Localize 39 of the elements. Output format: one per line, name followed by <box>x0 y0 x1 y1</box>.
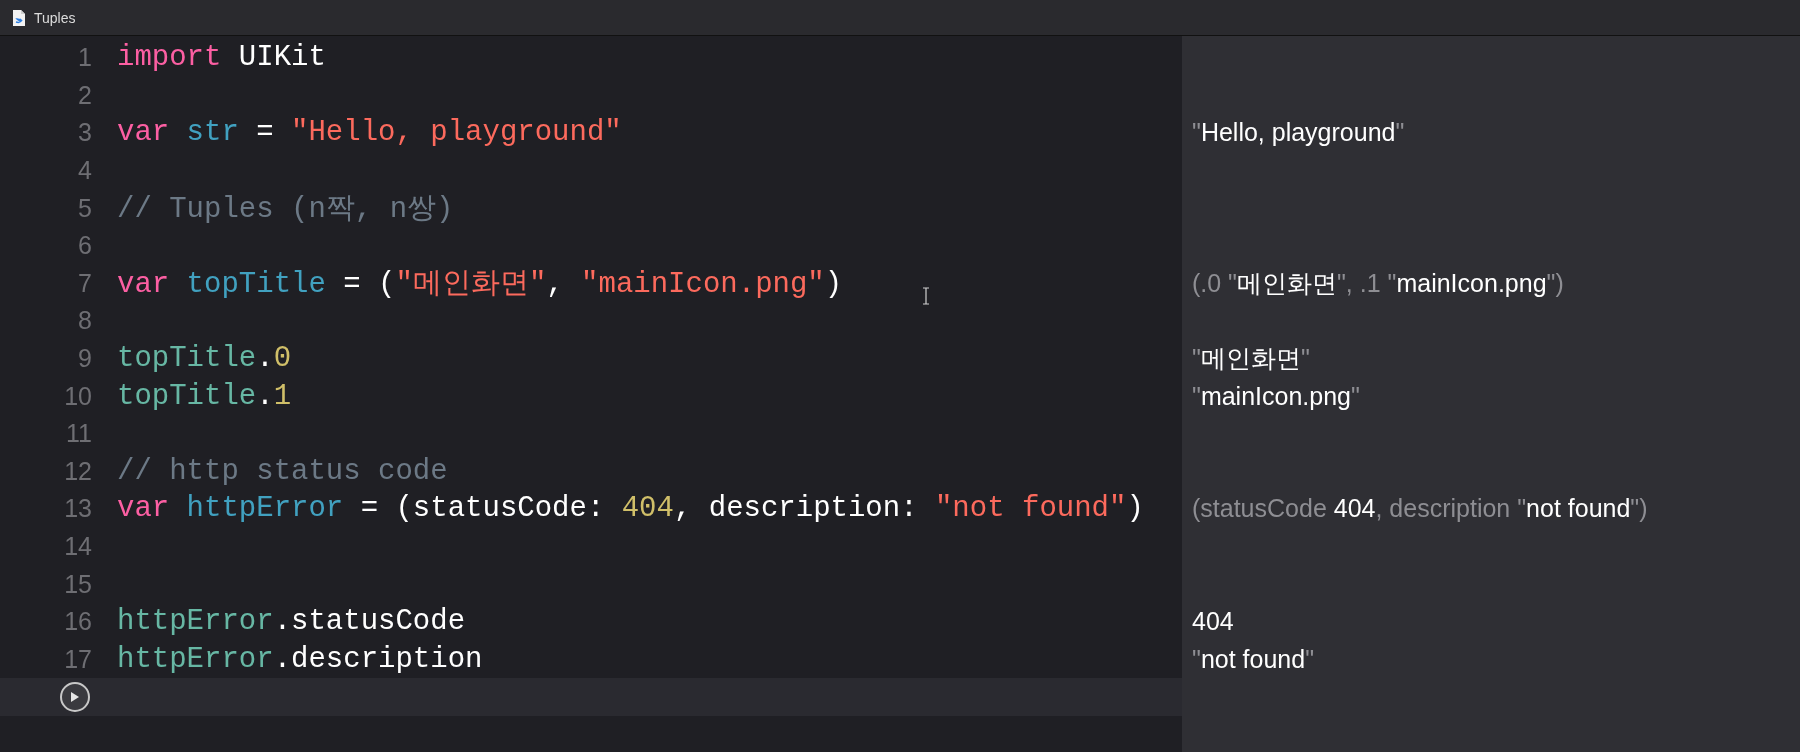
text-cursor-icon <box>922 287 930 305</box>
line-number: 7 <box>77 268 92 298</box>
code-line: // Tuples (n짝, n쌍) <box>117 192 454 229</box>
line-number: 11 <box>65 419 92 449</box>
code-line: var str = "Hello, playground" <box>117 116 622 150</box>
result-value: "mainIcon.png" <box>1191 381 1360 411</box>
code-line: var topTitle = ("메인화면", "mainIcon.png") <box>117 267 843 304</box>
code-line: httpError.statusCode <box>117 605 466 639</box>
code-line: topTitle.1 <box>117 379 292 413</box>
code-line: import UIKit <box>117 41 326 75</box>
line-number: 1 <box>77 43 92 73</box>
play-icon <box>70 690 80 703</box>
swift-file-icon <box>12 8 26 27</box>
line-number: 13 <box>63 494 92 524</box>
code-line: // http status code <box>117 454 448 488</box>
line-number: 3 <box>77 118 92 148</box>
run-button[interactable] <box>60 681 90 712</box>
result-value: "Hello, playground" <box>1191 118 1405 148</box>
code-line: var httpError = (statusCode: 404, description: "not found") <box>117 492 1144 526</box>
result-value: 404 <box>1191 607 1234 637</box>
line-number: 16 <box>63 607 92 637</box>
line-number: 10 <box>63 381 92 411</box>
line-number: 17 <box>63 644 92 674</box>
result-value: "not found" <box>1191 644 1314 674</box>
line-number: 14 <box>63 532 92 561</box>
line-number: 12 <box>63 456 92 486</box>
line-number: 9 <box>77 344 92 374</box>
result-value: "메인화면" <box>1191 343 1310 375</box>
line-number: 6 <box>77 231 92 261</box>
result-value: (.0 "메인화면", .1 "mainIcon.png") <box>1191 267 1564 299</box>
line-number: 8 <box>77 306 92 336</box>
line-number: 15 <box>63 569 92 599</box>
code-line: httpError.description <box>117 642 483 676</box>
line-number: 5 <box>77 193 92 223</box>
result-value: (statusCode 404, description "not found") <box>1191 494 1648 524</box>
line-number: 2 <box>77 80 92 110</box>
window-title: Tuples <box>34 9 76 26</box>
code-line: topTitle.0 <box>117 342 292 376</box>
line-number: 4 <box>77 156 92 186</box>
